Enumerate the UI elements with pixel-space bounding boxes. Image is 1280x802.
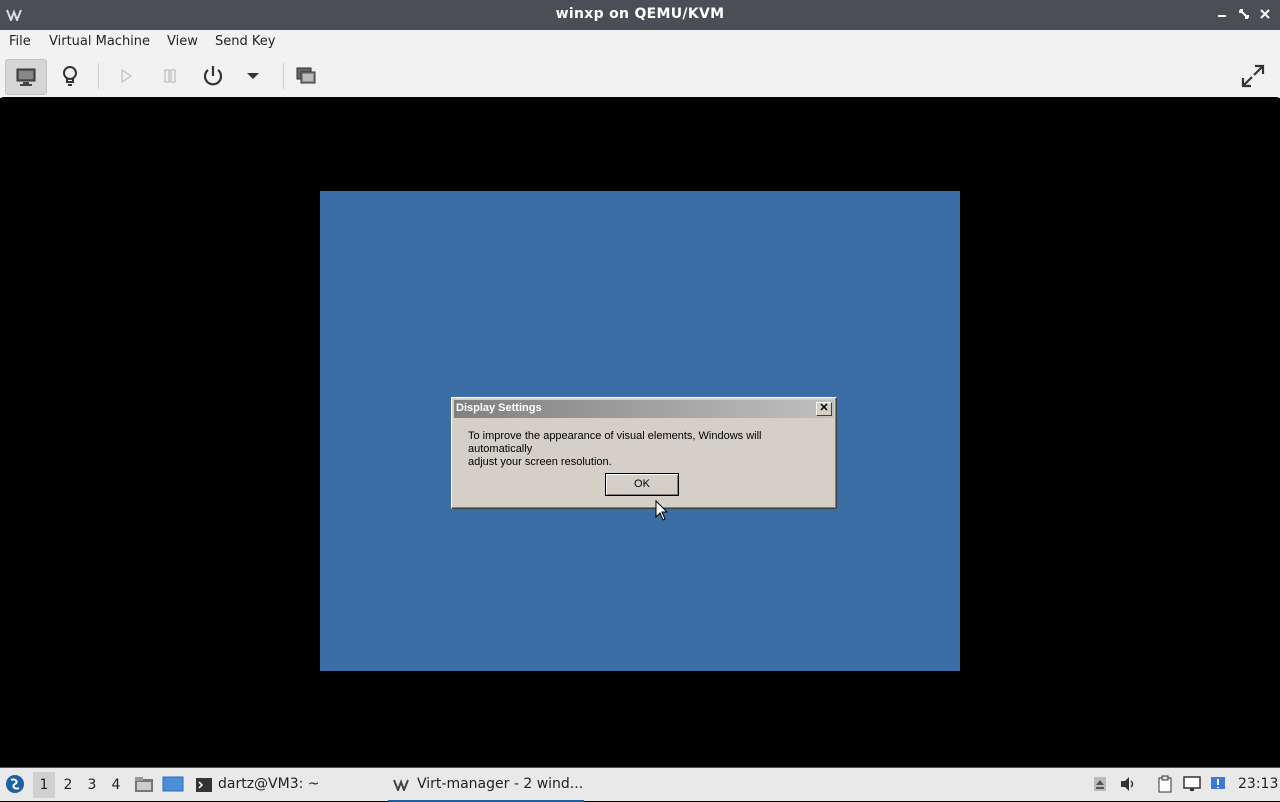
toolbar-separator [283,63,284,89]
snapshot-icon [296,67,316,84]
power-icon [203,66,223,86]
workspace-1[interactable]: 1 [33,772,55,798]
dialog-message-line: To improve the appearance of visual elem… [468,430,762,455]
chevron-down-icon [247,73,259,79]
dialog-message-line: adjust your screen resolution. [468,456,612,468]
menu-view[interactable]: View [167,34,198,49]
network-icon[interactable] [1183,775,1201,793]
terminal-task[interactable]: dartz@VM3: ~ [190,770,370,800]
pause-icon [164,69,176,83]
vm-console[interactable]: Display Settings ✕ To improve the appear… [2,97,1278,767]
dialog-close-icon[interactable]: ✕ [816,402,832,416]
workspace-3[interactable]: 3 [81,772,103,798]
close-window-icon[interactable] [1257,6,1273,22]
fullscreen-button[interactable] [1236,59,1270,93]
display-settings-dialog: Display Settings ✕ To improve the appear… [451,397,837,509]
terminal-task-label: dartz@VM3: ~ [218,776,320,792]
details-view-button[interactable] [53,59,87,93]
console-view-button[interactable] [5,59,47,95]
guest-desktop[interactable]: Display Settings ✕ To improve the appear… [320,191,960,671]
menu-send-key[interactable]: Send Key [215,34,275,49]
clipboard-icon[interactable] [1156,775,1174,793]
workspace-2[interactable]: 2 [57,772,79,798]
menu-file[interactable]: File [9,34,31,49]
mouse-cursor-icon [655,500,669,521]
file-manager-icon[interactable] [134,775,154,793]
ok-button[interactable]: OK [605,473,679,496]
clock[interactable]: 23:13 [1238,776,1278,792]
virt-manager-task[interactable]: Virt-manager - 2 wind... [388,770,584,802]
eject-icon[interactable] [1091,775,1109,793]
shutdown-menu-button[interactable] [236,59,270,93]
maximize-icon[interactable] [1236,6,1252,22]
fullscreen-icon [1241,64,1265,88]
shutdown-button[interactable] [196,59,230,93]
dialog-title: Display Settings [456,402,542,414]
menu-virtual-machine[interactable]: Virtual Machine [49,34,150,49]
dialog-titlebar: Display Settings ✕ [454,400,834,418]
window-title: winxp on QEMU/KVM [555,6,725,22]
volume-icon[interactable] [1119,775,1137,793]
workspace-4[interactable]: 4 [105,772,127,798]
play-icon [121,68,133,84]
virt-manager-task-label: Virt-manager - 2 wind... [417,776,584,792]
dialog-message: To improve the appearance of visual elem… [468,430,828,469]
window-titlebar: winxp on QEMU/KVM [0,0,1280,30]
toolbar-separator [98,63,99,89]
terminal-icon [196,778,212,792]
start-menu-icon[interactable] [5,774,25,794]
monitor-icon [16,68,36,86]
desktop-icon[interactable] [162,776,184,792]
taskbar: 1 2 3 4 dartz@VM3: ~ Virt-manager - 2 wi… [0,767,1280,802]
run-button[interactable] [109,59,143,93]
minimize-icon[interactable] [1214,6,1230,22]
toolbar [0,55,1280,98]
update-notifier-icon[interactable] [1209,775,1227,793]
menu-bar: File Virtual Machine View Send Key [0,30,1280,55]
pause-button[interactable] [153,59,187,93]
virt-manager-icon [393,779,409,791]
lightbulb-icon [63,66,77,86]
snapshots-button[interactable] [289,59,323,93]
